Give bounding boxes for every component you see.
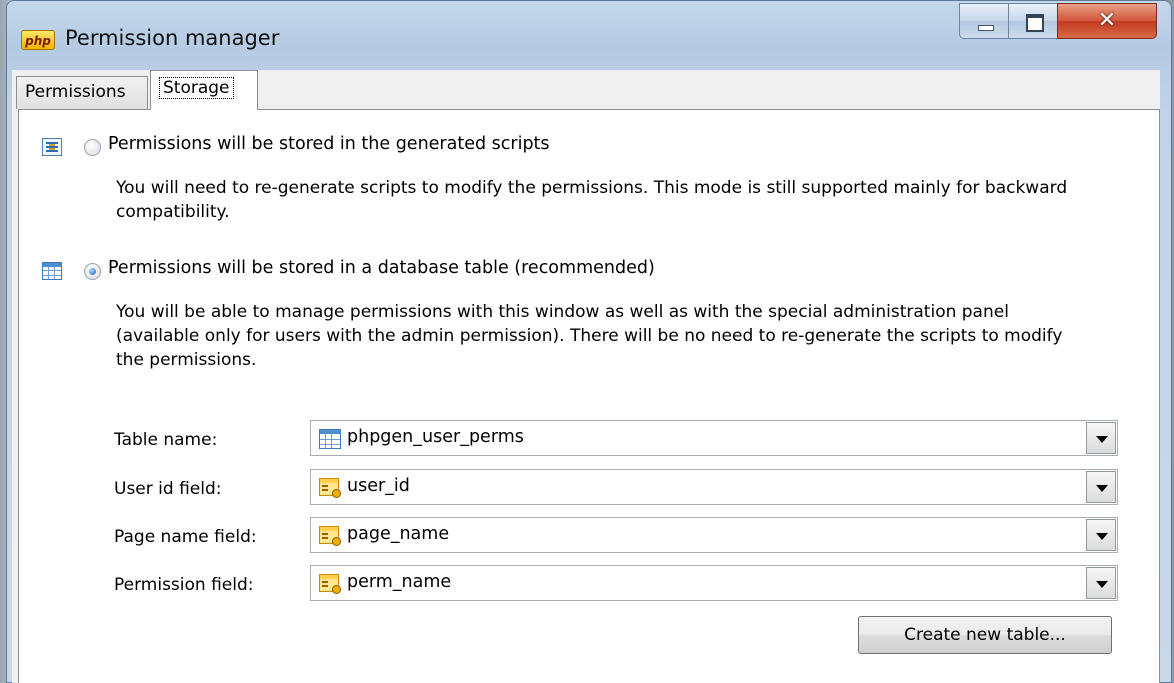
table-name-label: Table name: [114,430,218,450]
user-id-field-combo[interactable]: user_id [310,469,1118,505]
maximize-icon [1009,4,1057,38]
permission-field-label: Permission field: [114,575,254,595]
close-button[interactable]: ✕ [1057,3,1157,39]
user-id-field-label: User id field: [114,479,222,499]
script-icon [42,138,62,156]
chevron-down-icon[interactable] [1086,471,1116,503]
tab-storage-label: Storage [159,77,234,99]
field-icon [319,478,341,498]
tab-permissions[interactable]: Permissions [16,76,148,109]
field-icon [319,574,341,594]
field-icon [319,526,341,546]
permission-field-value: perm_name [347,572,452,592]
php-app-icon: php [21,30,55,50]
option-database-label[interactable]: Permissions will be stored in a database… [108,258,655,278]
chevron-down-icon[interactable] [1086,519,1116,551]
title-bar[interactable]: php Permission manager ✕ [7,1,1171,71]
minimize-icon [960,4,1008,38]
page-name-field-combo[interactable]: page_name [310,517,1118,553]
page-name-field-label: Page name field: [114,527,257,547]
option-scripts-label[interactable]: Permissions will be stored in the genera… [108,134,550,154]
maximize-button[interactable] [1008,3,1058,39]
table-icon [319,429,341,449]
user-id-field-value: user_id [347,476,410,496]
option-database-description: You will be able to manage permissions w… [116,302,1063,370]
close-icon: ✕ [1097,8,1117,33]
create-new-table-button[interactable]: Create new table... [858,616,1112,654]
table-name-value: phpgen_user_perms [347,427,524,447]
chevron-down-icon[interactable] [1086,422,1116,454]
tab-storage[interactable]: Storage [150,70,258,110]
table-name-combo[interactable]: phpgen_user_perms [310,420,1118,456]
page-name-field-value: page_name [347,524,450,544]
permission-field-combo[interactable]: perm_name [310,565,1118,601]
option-scripts-description: You will need to re-generate scripts to … [116,178,1068,222]
window-title: Permission manager [65,26,280,50]
radio-database[interactable] [84,263,101,280]
table-icon [42,262,62,280]
chevron-down-icon[interactable] [1086,567,1116,599]
radio-scripts[interactable] [84,139,101,156]
minimize-button[interactable] [959,3,1009,39]
